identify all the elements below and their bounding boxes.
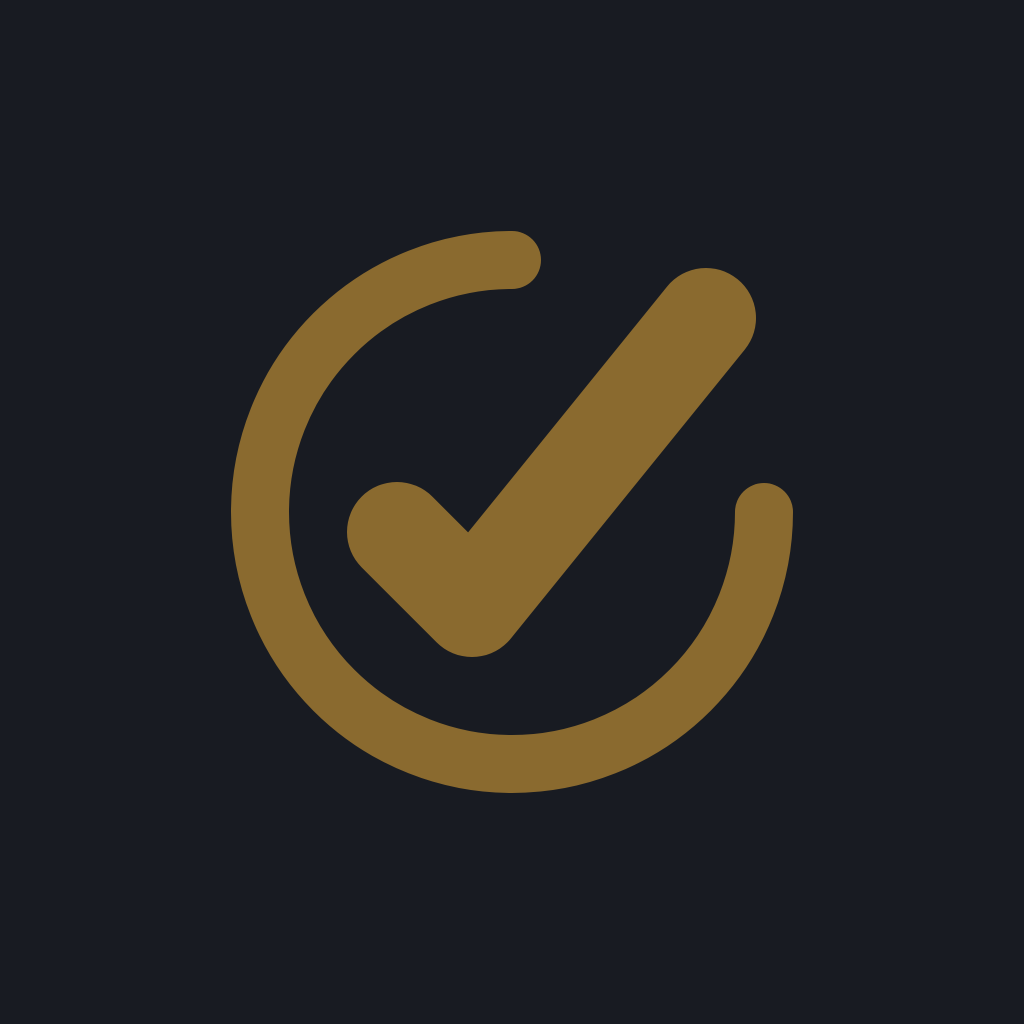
check-circle-icon <box>0 0 1024 1024</box>
app-icon-canvas <box>0 0 1024 1024</box>
